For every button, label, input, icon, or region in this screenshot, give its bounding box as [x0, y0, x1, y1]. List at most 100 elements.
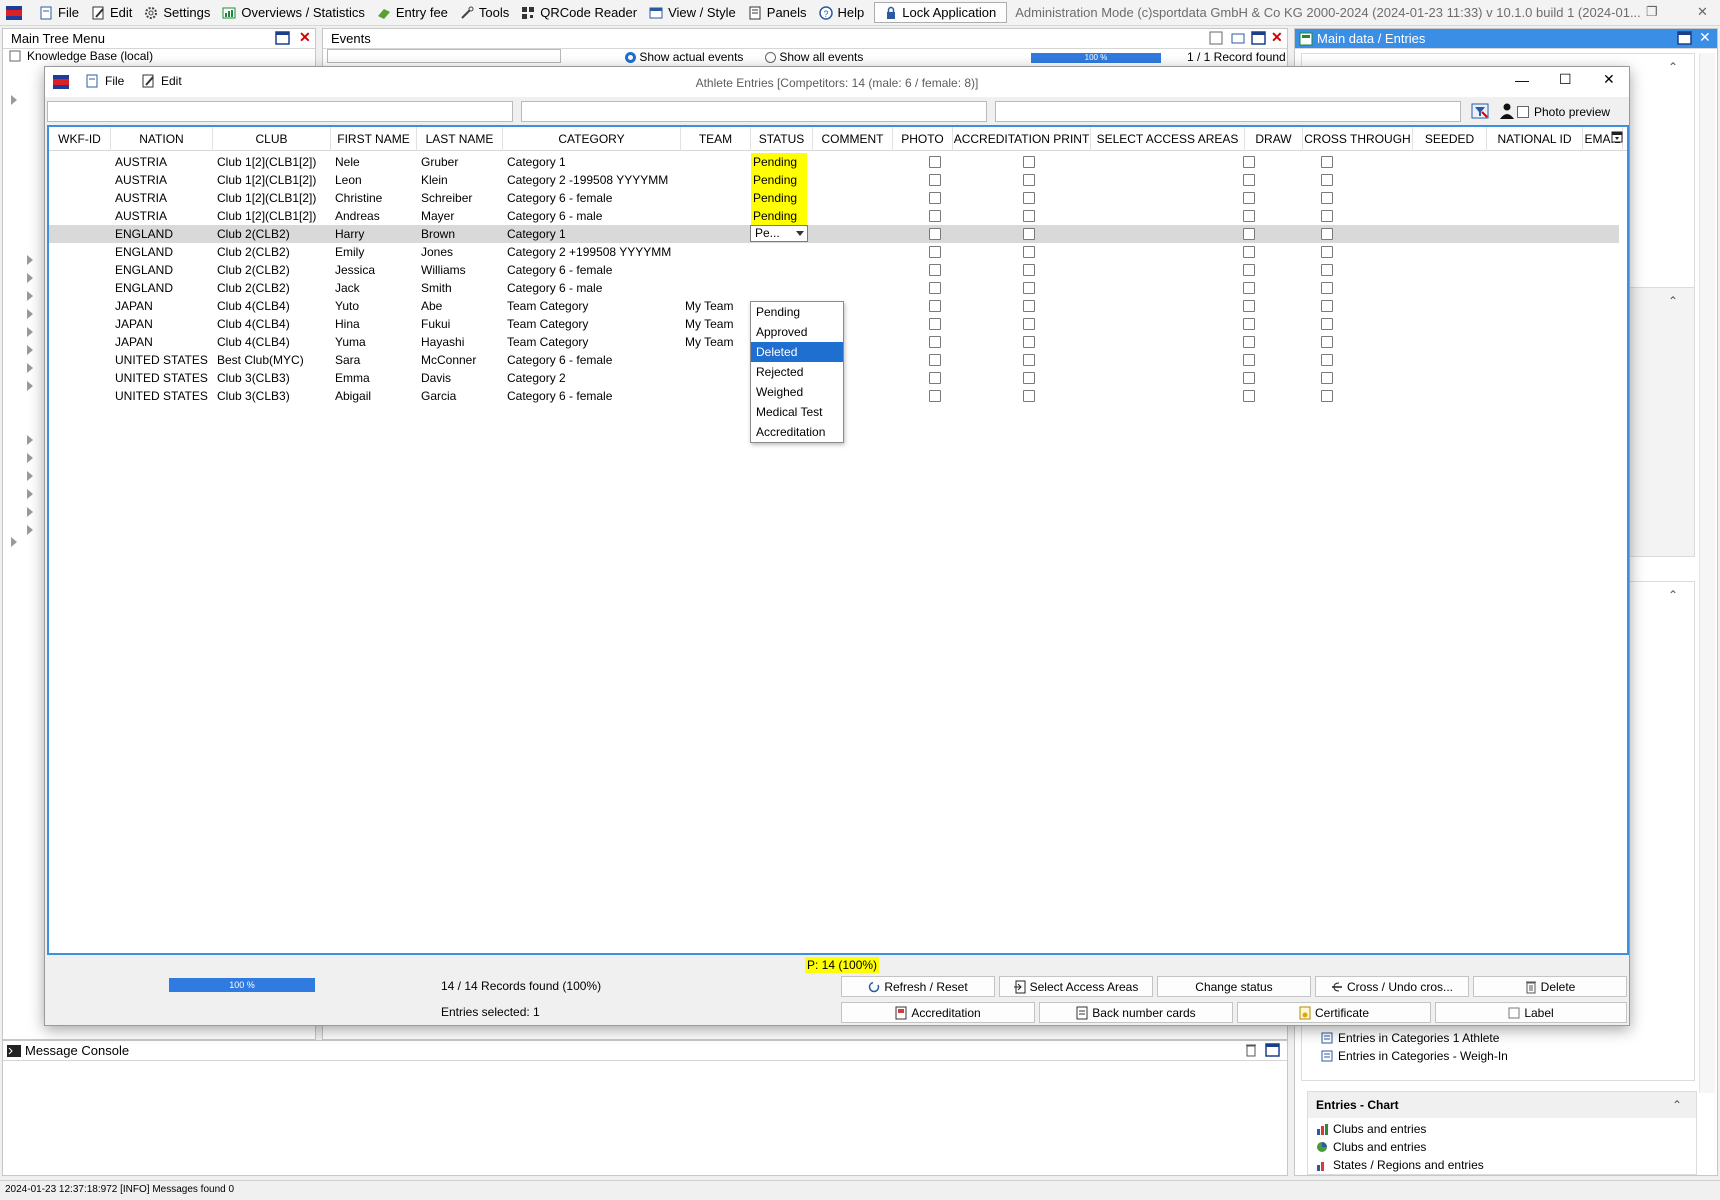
minimize-dialog-icon[interactable]: — — [1515, 72, 1529, 88]
status-option[interactable]: Pending — [751, 302, 843, 322]
cross-through-checkbox[interactable] — [1321, 192, 1333, 204]
menu-edit[interactable]: Edit — [85, 2, 138, 24]
refresh-reset-button[interactable]: Refresh / Reset — [841, 976, 995, 997]
table-row[interactable]: ENGLAND Club 2(CLB2) Jessica Williams Catego… — [49, 261, 1619, 279]
table-row[interactable]: ENGLAND Club 2(CLB2) Harry Brown Category 1 P… — [49, 225, 1619, 243]
tree-expand-icon[interactable] — [27, 291, 33, 301]
status-option[interactable]: Weighed — [751, 382, 843, 402]
menu-file[interactable]: File — [33, 2, 85, 24]
close-panel-icon[interactable]: ✕ — [1271, 29, 1283, 46]
draw-checkbox[interactable] — [1243, 354, 1255, 366]
filter-input-2[interactable] — [521, 101, 987, 122]
accreditation-print-checkbox[interactable] — [1023, 354, 1035, 366]
close-dialog-icon[interactable]: ✕ — [1603, 71, 1615, 88]
cross-through-checkbox[interactable] — [1321, 318, 1333, 330]
accreditation-print-checkbox[interactable] — [1023, 390, 1035, 402]
accreditation-print-checkbox[interactable] — [1023, 228, 1035, 240]
entries-categories-weighin-link[interactable]: Entries in Categories - Weigh-In — [1321, 1049, 1508, 1063]
cross-through-checkbox[interactable] — [1321, 354, 1333, 366]
tree-expand-icon[interactable] — [27, 345, 33, 355]
column-header[interactable]: FIRST NAME — [331, 127, 417, 151]
column-header[interactable]: CLUB — [213, 127, 331, 151]
close-panel-icon[interactable]: ✕ — [299, 29, 311, 46]
status-option[interactable]: Rejected — [751, 362, 843, 382]
folder-icon[interactable] — [1231, 31, 1245, 45]
menu-entry-fee[interactable]: Entry fee — [371, 2, 454, 24]
photo-checkbox[interactable] — [929, 156, 941, 168]
photo-preview-checkbox[interactable]: Photo preview — [1517, 105, 1610, 119]
draw-checkbox[interactable] — [1243, 192, 1255, 204]
column-chooser-icon[interactable] — [1611, 131, 1623, 143]
cross-through-checkbox[interactable] — [1321, 336, 1333, 348]
tree-expand-icon[interactable] — [11, 537, 17, 547]
panel-settings-icon[interactable] — [1209, 31, 1223, 45]
column-header[interactable]: NATION — [111, 127, 213, 151]
tree-expand-icon[interactable] — [27, 255, 33, 265]
status-option[interactable]: Accreditation — [751, 422, 843, 442]
label-button[interactable]: Label — [1435, 1002, 1627, 1023]
column-header[interactable]: CATEGORY — [503, 127, 681, 151]
draw-checkbox[interactable] — [1243, 246, 1255, 258]
photo-checkbox[interactable] — [929, 174, 941, 186]
status-option[interactable]: Approved — [751, 322, 843, 342]
accreditation-print-checkbox[interactable] — [1023, 264, 1035, 276]
draw-checkbox[interactable] — [1243, 210, 1255, 222]
photo-checkbox[interactable] — [929, 228, 941, 240]
right-panel-scrollbar[interactable] — [1699, 53, 1715, 1093]
column-header[interactable]: COMMENT — [813, 127, 893, 151]
draw-checkbox[interactable] — [1243, 390, 1255, 402]
status-combobox[interactable]: Pe... — [750, 225, 808, 242]
column-header[interactable]: NATIONAL ID — [1487, 127, 1583, 151]
back-number-cards-button[interactable]: Back number cards — [1039, 1002, 1233, 1023]
photo-checkbox[interactable] — [929, 318, 941, 330]
states-regions-link[interactable]: States / Regions and entries — [1316, 1158, 1484, 1172]
cross-through-checkbox[interactable] — [1321, 264, 1333, 276]
filter-input-1[interactable] — [47, 101, 513, 122]
tree-expand-icon[interactable] — [27, 489, 33, 499]
menu-tools[interactable]: Tools — [454, 2, 515, 24]
menu-qrcode[interactable]: QRCode Reader — [515, 2, 643, 24]
draw-checkbox[interactable] — [1243, 372, 1255, 384]
status-cell[interactable]: Pending — [751, 171, 807, 189]
close-panel-icon[interactable]: ✕ — [1699, 29, 1711, 46]
photo-checkbox[interactable] — [929, 390, 941, 402]
column-header[interactable]: CROSS THROUGH — [1303, 127, 1413, 151]
draw-checkbox[interactable] — [1243, 300, 1255, 312]
delete-button[interactable]: Delete — [1473, 976, 1627, 997]
tree-expand-icon[interactable] — [27, 273, 33, 283]
menu-settings[interactable]: Settings — [138, 2, 216, 24]
photo-checkbox[interactable] — [929, 210, 941, 222]
tree-expand-icon[interactable] — [27, 363, 33, 373]
column-header[interactable]: ACCREDITATION PRINT — [953, 127, 1091, 151]
accreditation-print-checkbox[interactable] — [1023, 156, 1035, 168]
certificate-button[interactable]: Certificate — [1237, 1002, 1431, 1023]
draw-checkbox[interactable] — [1243, 336, 1255, 348]
tree-expand-icon[interactable] — [27, 435, 33, 445]
column-header[interactable]: LAST NAME — [417, 127, 503, 151]
column-header[interactable]: WKF-ID — [49, 127, 111, 151]
photo-checkbox[interactable] — [929, 282, 941, 294]
select-access-areas-button[interactable]: Select Access Areas — [999, 976, 1153, 997]
status-option[interactable]: Deleted — [751, 342, 843, 362]
cross-through-checkbox[interactable] — [1321, 300, 1333, 312]
filter-input-3[interactable] — [995, 101, 1461, 122]
table-row[interactable]: AUSTRIA Club 1[2](CLB1[2]) Leon Klein Catego… — [49, 171, 1619, 189]
clubs-entries-pie-link[interactable]: Clubs and entries — [1316, 1140, 1426, 1154]
clear-filter-icon[interactable] — [1471, 103, 1489, 119]
maximize-panel-icon[interactable] — [1677, 31, 1692, 45]
photo-checkbox[interactable] — [929, 336, 941, 348]
status-option[interactable]: Medical Test — [751, 402, 843, 422]
collapse-section-icon[interactable]: ⌃ — [1668, 294, 1678, 308]
tree-expand-icon[interactable] — [27, 453, 33, 463]
column-header[interactable]: TEAM — [681, 127, 751, 151]
collapse-section-icon[interactable]: ⌃ — [1668, 588, 1678, 602]
table-row[interactable]: AUSTRIA Club 1[2](CLB1[2]) Andreas Mayer Cat… — [49, 207, 1619, 225]
menu-overviews[interactable]: Overviews / Statistics — [216, 2, 371, 24]
photo-checkbox[interactable] — [929, 354, 941, 366]
accreditation-button[interactable]: Accreditation — [841, 1002, 1035, 1023]
accreditation-print-checkbox[interactable] — [1023, 336, 1035, 348]
accreditation-print-checkbox[interactable] — [1023, 246, 1035, 258]
maximize-panel-icon[interactable] — [1251, 31, 1266, 45]
tree-expand-icon[interactable] — [27, 471, 33, 481]
status-cell[interactable]: Pending — [751, 207, 807, 225]
